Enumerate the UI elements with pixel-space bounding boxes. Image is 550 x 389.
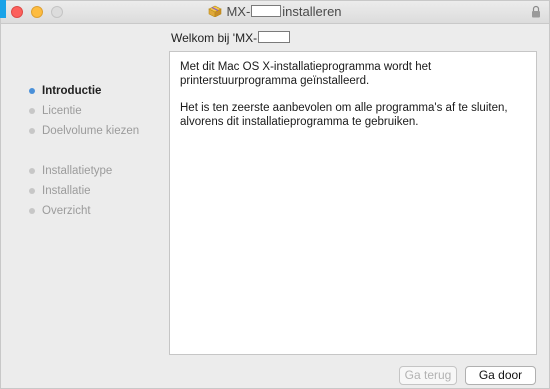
page-title-text: Welkom bij 'MX-: [171, 31, 258, 45]
installer-window: MX-installeren Welkom bij 'MX- Introduct…: [0, 0, 550, 389]
sidebar-item-licentie: Licentie: [29, 101, 139, 121]
sidebar-item-installatietype: Installatietype: [29, 161, 139, 181]
step-dot-icon: [29, 108, 35, 114]
sidebar-item-label: Doelvolume kiezen: [42, 125, 140, 137]
redacted-field: [251, 5, 282, 17]
sidebar-item-label: Installatie: [42, 185, 91, 197]
window-title-suffix: installeren: [282, 4, 342, 19]
intro-paragraph: Met dit Mac OS X-installatieprogramma wo…: [180, 61, 432, 87]
accent-strip: [0, 0, 6, 18]
step-dot-icon: [29, 188, 35, 194]
redacted-field: [258, 31, 291, 43]
sidebar-item-label: Overzicht: [42, 205, 91, 217]
title-bar[interactable]: MX-installeren: [1, 1, 549, 24]
advice-paragraph: Het is ten zeerste aanbevolen om alle pr…: [180, 102, 508, 128]
step-dot-icon: [29, 128, 35, 134]
steps-sidebar: Introductie Licentie Doelvolume kiezen I…: [29, 81, 139, 221]
lock-icon: [532, 5, 540, 18]
back-button[interactable]: Ga terug: [399, 366, 457, 385]
sidebar-item-label: Introductie: [42, 85, 102, 97]
sidebar-item-doelvolume: Doelvolume kiezen: [29, 121, 139, 141]
step-dot-icon: [29, 208, 35, 214]
continue-button[interactable]: Ga door: [465, 366, 536, 385]
sidebar-item-introductie: Introductie: [29, 81, 139, 101]
sidebar-item-overzicht: Overzicht: [29, 201, 139, 221]
window-title-prefix: MX-: [226, 4, 251, 19]
content-panel[interactable]: Met dit Mac OS X-installatieprogramma wo…: [169, 51, 537, 355]
sidebar-item-installatie: Installatie: [29, 181, 139, 201]
active-step-dot-icon: [29, 88, 35, 94]
sidebar-item-label: Licentie: [42, 105, 82, 117]
sidebar-item-label: Installatietype: [42, 165, 113, 177]
package-icon: [208, 5, 223, 17]
page-title: Welkom bij 'MX-: [171, 31, 291, 45]
window-title: MX-installeren: [1, 4, 549, 19]
step-dot-icon: [29, 168, 35, 174]
